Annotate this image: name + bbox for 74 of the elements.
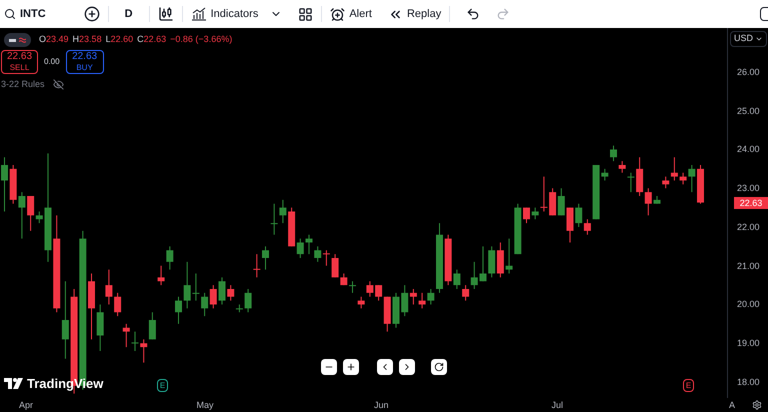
date-tick-label: Apr [19, 399, 34, 412]
candle [654, 196, 660, 204]
earnings-marker[interactable]: E [157, 379, 168, 392]
zoom-in-button[interactable] [343, 359, 359, 375]
price-tick-label: 18.00 [737, 376, 760, 389]
date-tick-label: Jun [374, 399, 389, 412]
candle [227, 284, 234, 302]
interval-button[interactable]: D [116, 6, 141, 22]
legend-menu-button[interactable] [4, 33, 31, 47]
candle [218, 276, 226, 305]
sell-button[interactable]: 22.63 SELL [1, 50, 38, 74]
candle [244, 288, 252, 313]
candle [392, 292, 400, 328]
candle [114, 292, 122, 317]
layout-grid-icon[interactable] [298, 6, 314, 22]
alarm-clock-icon [330, 6, 346, 22]
logo-icon [4, 378, 24, 390]
search-icon [4, 8, 16, 20]
candle [306, 234, 312, 255]
ohlc-value: C22.63 [137, 33, 166, 46]
last-price-label: 22.63 [734, 196, 768, 209]
eye-off-icon[interactable] [52, 79, 64, 90]
candle [566, 207, 574, 243]
candle [122, 323, 130, 348]
zoom-out-button[interactable] [321, 359, 337, 375]
ohlc-value: H23.58 [72, 33, 102, 46]
date-tick-label: May [196, 399, 214, 412]
price-tick-label: 21.00 [737, 260, 760, 273]
price-tick-label: 20.00 [737, 298, 760, 312]
candle [262, 246, 269, 270]
date-tick-label: Jul [552, 399, 564, 412]
caret-icon [755, 35, 764, 43]
alert-button[interactable]: Alert [330, 6, 372, 22]
symbol-search-button[interactable]: INTC [4, 6, 46, 22]
candle [523, 207, 530, 224]
date-tick-label: A [729, 399, 736, 412]
reset-chart-button[interactable] [431, 359, 447, 375]
price-tick-label: 22.00 [737, 220, 760, 234]
undo-icon[interactable] [466, 7, 480, 21]
price-tick-label: 19.00 [737, 337, 760, 350]
ohlc-value: L22.60 [106, 33, 134, 46]
scroll-right-button[interactable] [399, 359, 415, 375]
settings-icon[interactable] [752, 400, 762, 410]
candlestick-icon[interactable] [158, 6, 174, 22]
candle [349, 280, 356, 294]
candle [610, 145, 617, 162]
candle [253, 254, 260, 278]
chart-plus-icon [190, 7, 207, 21]
spread-value: 0.00 [44, 56, 60, 68]
price-tick-label: 25.00 [737, 104, 760, 118]
candle [697, 164, 704, 204]
add-symbol-icon[interactable] [84, 6, 100, 22]
candle [236, 304, 243, 313]
price-tick-label: 23.00 [737, 182, 760, 196]
price-tick-label: 24.00 [737, 143, 760, 156]
earnings-marker[interactable]: E [683, 379, 694, 392]
indicators-button[interactable]: Indicators [190, 6, 258, 22]
price-change: −0.86 (−3.66%) [170, 33, 232, 46]
indicator-label: 3-22 Rules [1, 78, 45, 91]
candle [436, 222, 443, 294]
scroll-left-button[interactable] [377, 359, 393, 375]
currency-dropdown[interactable]: USD [730, 31, 768, 47]
reset-icon [434, 362, 444, 372]
replay-button[interactable]: Replay [388, 6, 442, 22]
candle [132, 331, 138, 352]
ohlc-value: O23.49 [39, 33, 69, 46]
plus-icon [346, 362, 356, 372]
candle [480, 246, 486, 282]
candle [1, 156, 8, 212]
candle [175, 296, 182, 324]
buy-button[interactable]: 22.63 BUY [66, 50, 104, 74]
wave-icon [19, 37, 26, 43]
price-tick-label: 26.00 [737, 66, 760, 79]
candle [88, 273, 95, 340]
